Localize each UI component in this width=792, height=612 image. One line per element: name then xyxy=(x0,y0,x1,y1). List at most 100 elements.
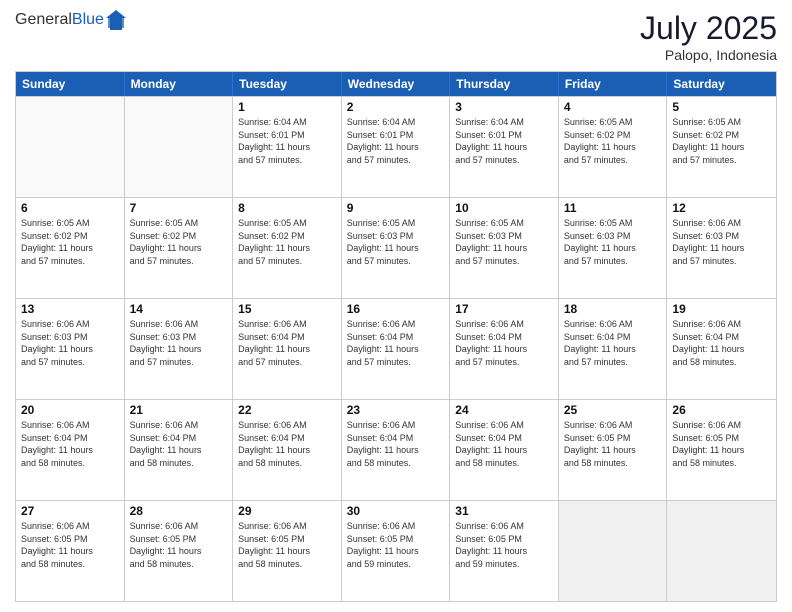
cell-info-line: Daylight: 11 hours xyxy=(21,343,119,356)
calendar-header-row: SundayMondayTuesdayWednesdayThursdayFrid… xyxy=(16,72,776,96)
day-number: 4 xyxy=(564,100,662,114)
day-number: 23 xyxy=(347,403,445,417)
calendar-header-cell: Sunday xyxy=(16,72,125,96)
cell-info-line: Sunrise: 6:06 AM xyxy=(347,419,445,432)
day-number: 26 xyxy=(672,403,771,417)
cell-info-line: Daylight: 11 hours xyxy=(564,343,662,356)
cell-info-line: Daylight: 11 hours xyxy=(347,444,445,457)
cell-info-line: Sunrise: 6:06 AM xyxy=(564,419,662,432)
day-number: 19 xyxy=(672,302,771,316)
cell-info-line: Daylight: 11 hours xyxy=(130,242,228,255)
cell-info-line: Sunrise: 6:05 AM xyxy=(455,217,553,230)
cell-info-line: Sunset: 6:03 PM xyxy=(130,331,228,344)
cell-info-line: Sunset: 6:04 PM xyxy=(238,331,336,344)
calendar-header-cell: Tuesday xyxy=(233,72,342,96)
cell-info-line: Sunrise: 6:06 AM xyxy=(672,419,771,432)
cell-info-line: and 57 minutes. xyxy=(347,154,445,167)
cell-info-line: and 57 minutes. xyxy=(455,154,553,167)
calendar-header-cell: Friday xyxy=(559,72,668,96)
day-number: 5 xyxy=(672,100,771,114)
title-block: July 2025 Palopo, Indonesia xyxy=(640,10,777,63)
cell-info-line: Daylight: 11 hours xyxy=(238,444,336,457)
calendar-cell: 8Sunrise: 6:05 AMSunset: 6:02 PMDaylight… xyxy=(233,198,342,298)
calendar-cell: 19Sunrise: 6:06 AMSunset: 6:04 PMDayligh… xyxy=(667,299,776,399)
cell-info-line: Sunrise: 6:05 AM xyxy=(21,217,119,230)
cell-info-line: and 57 minutes. xyxy=(672,255,771,268)
cell-info-line: Sunrise: 6:04 AM xyxy=(238,116,336,129)
day-number: 17 xyxy=(455,302,553,316)
cell-info-line: and 57 minutes. xyxy=(564,255,662,268)
cell-info-line: Sunrise: 6:06 AM xyxy=(564,318,662,331)
cell-info-line: Sunrise: 6:06 AM xyxy=(347,520,445,533)
day-number: 24 xyxy=(455,403,553,417)
cell-info-line: and 57 minutes. xyxy=(455,356,553,369)
calendar-week-row: 27Sunrise: 6:06 AMSunset: 6:05 PMDayligh… xyxy=(16,500,776,601)
cell-info-line: Daylight: 11 hours xyxy=(455,343,553,356)
calendar-week-row: 13Sunrise: 6:06 AMSunset: 6:03 PMDayligh… xyxy=(16,298,776,399)
cell-info-line: and 57 minutes. xyxy=(564,154,662,167)
day-number: 30 xyxy=(347,504,445,518)
cell-info-line: and 58 minutes. xyxy=(672,457,771,470)
cell-info-line: Daylight: 11 hours xyxy=(21,242,119,255)
cell-info-line: Daylight: 11 hours xyxy=(672,141,771,154)
cell-info-line: Sunset: 6:04 PM xyxy=(238,432,336,445)
cell-info-line: Sunrise: 6:06 AM xyxy=(130,419,228,432)
day-number: 3 xyxy=(455,100,553,114)
logo-icon xyxy=(106,10,126,30)
cell-info-line: Sunset: 6:03 PM xyxy=(564,230,662,243)
cell-info-line: and 57 minutes. xyxy=(21,356,119,369)
cell-info-line: Sunrise: 6:06 AM xyxy=(21,520,119,533)
location-subtitle: Palopo, Indonesia xyxy=(640,47,777,63)
cell-info-line: Sunset: 6:05 PM xyxy=(21,533,119,546)
calendar-cell: 5Sunrise: 6:05 AMSunset: 6:02 PMDaylight… xyxy=(667,97,776,197)
day-number: 28 xyxy=(130,504,228,518)
calendar-cell: 28Sunrise: 6:06 AMSunset: 6:05 PMDayligh… xyxy=(125,501,234,601)
header: GeneralBlue July 2025 Palopo, Indonesia xyxy=(15,10,777,63)
cell-info-line: and 58 minutes. xyxy=(238,558,336,571)
cell-info-line: Sunset: 6:01 PM xyxy=(455,129,553,142)
cell-info-line: Sunrise: 6:06 AM xyxy=(455,318,553,331)
calendar-cell xyxy=(667,501,776,601)
calendar-cell: 3Sunrise: 6:04 AMSunset: 6:01 PMDaylight… xyxy=(450,97,559,197)
calendar-header-cell: Wednesday xyxy=(342,72,451,96)
cell-info-line: Sunset: 6:04 PM xyxy=(347,331,445,344)
cell-info-line: Daylight: 11 hours xyxy=(238,343,336,356)
cell-info-line: Sunset: 6:04 PM xyxy=(455,432,553,445)
calendar-cell: 13Sunrise: 6:06 AMSunset: 6:03 PMDayligh… xyxy=(16,299,125,399)
cell-info-line: Daylight: 11 hours xyxy=(130,444,228,457)
cell-info-line: Sunset: 6:02 PM xyxy=(672,129,771,142)
calendar-header-cell: Thursday xyxy=(450,72,559,96)
calendar-cell: 11Sunrise: 6:05 AMSunset: 6:03 PMDayligh… xyxy=(559,198,668,298)
cell-info-line: Sunset: 6:01 PM xyxy=(238,129,336,142)
day-number: 8 xyxy=(238,201,336,215)
calendar-cell: 21Sunrise: 6:06 AMSunset: 6:04 PMDayligh… xyxy=(125,400,234,500)
calendar-week-row: 6Sunrise: 6:05 AMSunset: 6:02 PMDaylight… xyxy=(16,197,776,298)
calendar-body: 1Sunrise: 6:04 AMSunset: 6:01 PMDaylight… xyxy=(16,96,776,601)
cell-info-line: Sunrise: 6:06 AM xyxy=(455,419,553,432)
calendar: SundayMondayTuesdayWednesdayThursdayFrid… xyxy=(15,71,777,602)
calendar-cell: 10Sunrise: 6:05 AMSunset: 6:03 PMDayligh… xyxy=(450,198,559,298)
cell-info-line: and 57 minutes. xyxy=(564,356,662,369)
cell-info-line: and 57 minutes. xyxy=(21,255,119,268)
cell-info-line: Sunset: 6:05 PM xyxy=(455,533,553,546)
cell-info-line: and 58 minutes. xyxy=(672,356,771,369)
cell-info-line: Sunset: 6:04 PM xyxy=(455,331,553,344)
calendar-header-cell: Monday xyxy=(125,72,234,96)
day-number: 11 xyxy=(564,201,662,215)
calendar-cell xyxy=(16,97,125,197)
cell-info-line: Daylight: 11 hours xyxy=(672,343,771,356)
calendar-cell: 24Sunrise: 6:06 AMSunset: 6:04 PMDayligh… xyxy=(450,400,559,500)
cell-info-line: Sunset: 6:03 PM xyxy=(455,230,553,243)
cell-info-line: Sunset: 6:03 PM xyxy=(672,230,771,243)
cell-info-line: and 57 minutes. xyxy=(347,255,445,268)
cell-info-line: Daylight: 11 hours xyxy=(238,545,336,558)
cell-info-line: Sunset: 6:02 PM xyxy=(238,230,336,243)
day-number: 2 xyxy=(347,100,445,114)
logo: GeneralBlue xyxy=(15,10,126,30)
cell-info-line: Sunrise: 6:06 AM xyxy=(21,318,119,331)
day-number: 16 xyxy=(347,302,445,316)
cell-info-line: Daylight: 11 hours xyxy=(130,343,228,356)
calendar-cell: 1Sunrise: 6:04 AMSunset: 6:01 PMDaylight… xyxy=(233,97,342,197)
calendar-header-cell: Saturday xyxy=(667,72,776,96)
cell-info-line: Daylight: 11 hours xyxy=(130,545,228,558)
